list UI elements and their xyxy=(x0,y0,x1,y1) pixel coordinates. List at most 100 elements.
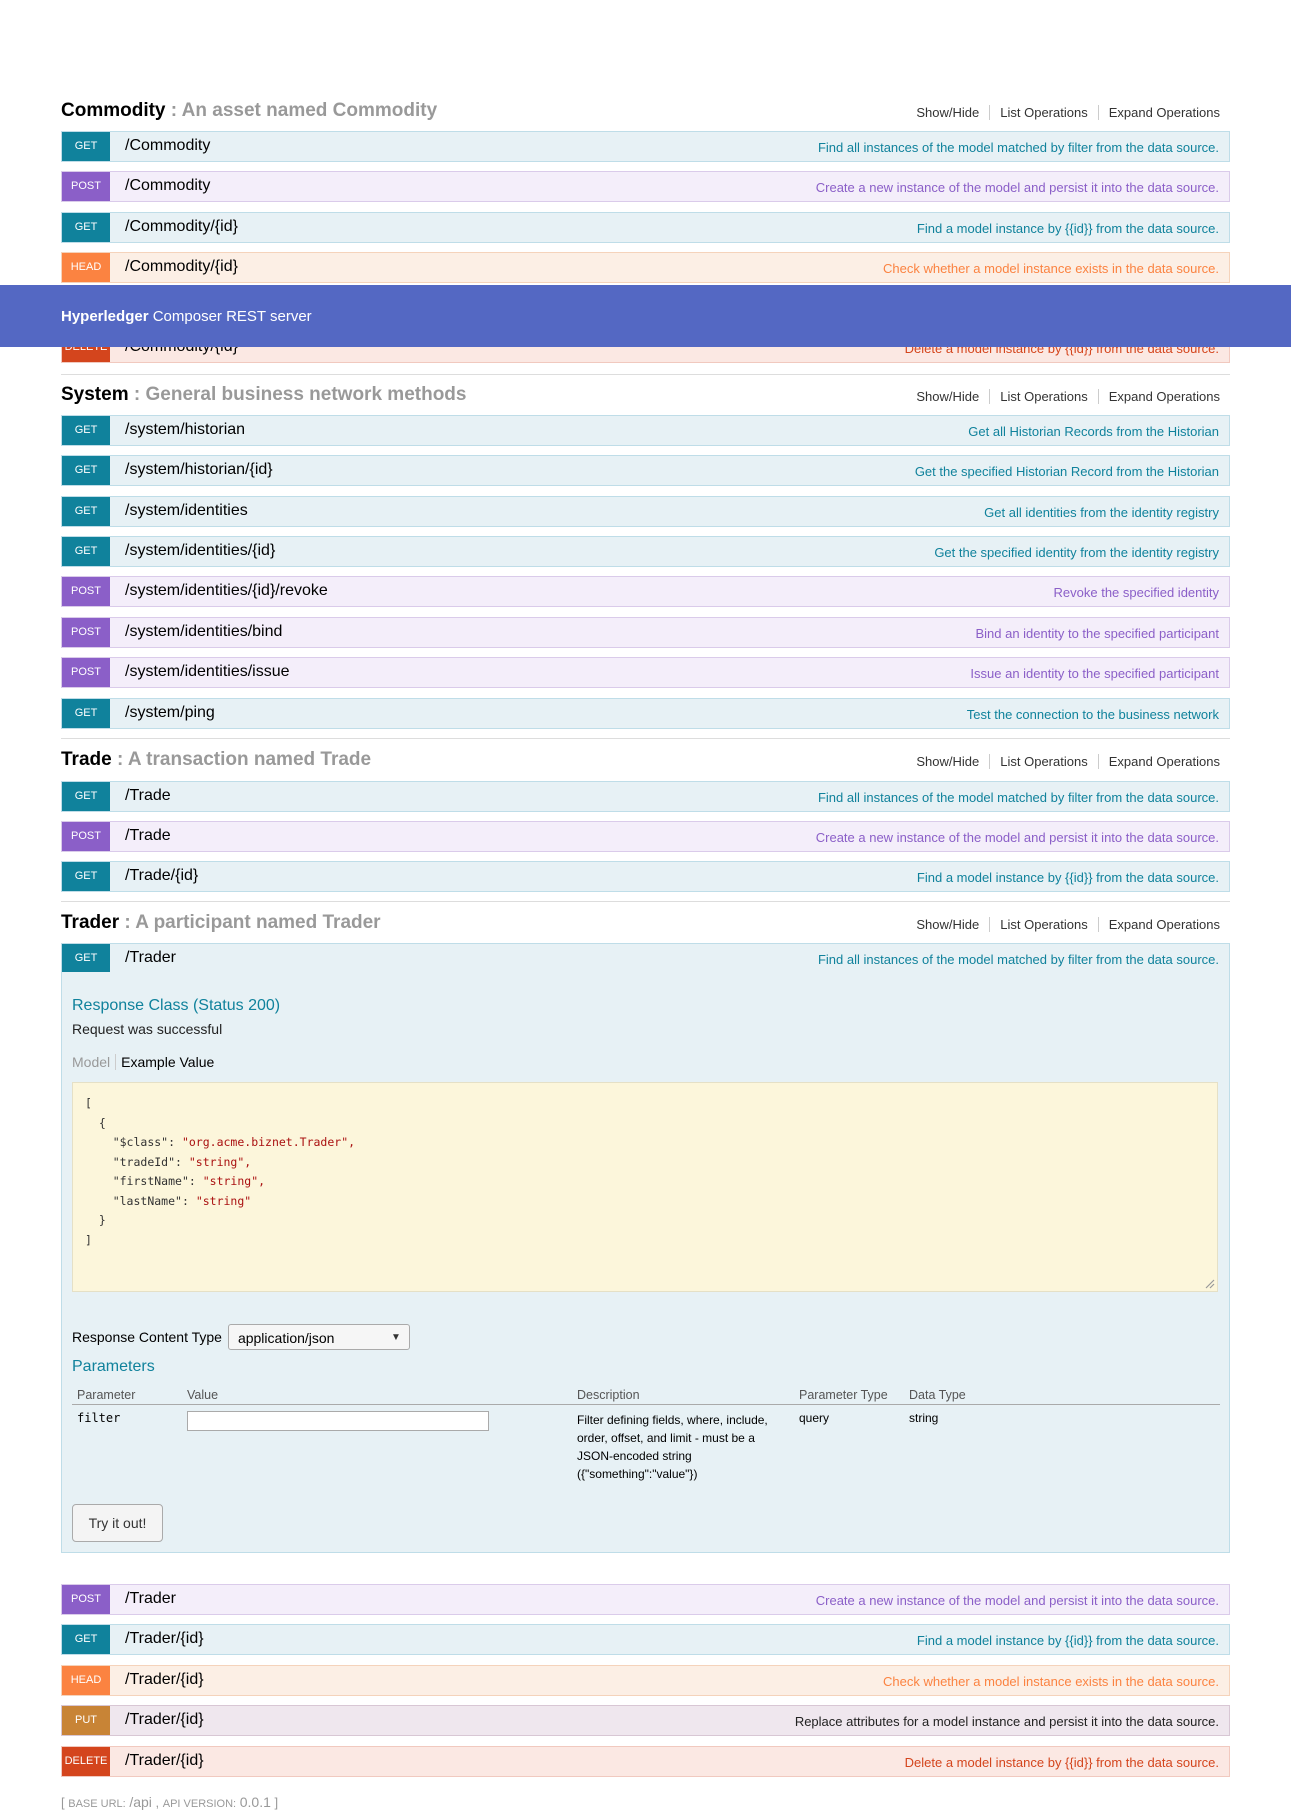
list-operations-link[interactable]: List Operations xyxy=(990,917,1099,932)
operation-post-system-identities-bind[interactable]: POST /system/identities/bind Bind an ide… xyxy=(61,617,1230,648)
resource-title-system[interactable]: System : General business network method… xyxy=(61,384,466,406)
list-operations-link[interactable]: List Operations xyxy=(990,105,1099,120)
operation-summary[interactable]: Create a new instance of the model and p… xyxy=(816,180,1219,195)
operation-summary[interactable]: Get the specified identity from the iden… xyxy=(934,545,1219,560)
operation-get-commodity[interactable]: GET /Commodity Find all instances of the… xyxy=(61,131,1230,162)
method-badge[interactable]: POST xyxy=(62,1585,110,1614)
operation-summary[interactable]: Replace attributes for a model instance … xyxy=(795,1714,1219,1729)
expand-operations-link[interactable]: Expand Operations xyxy=(1099,754,1220,769)
method-badge[interactable]: HEAD xyxy=(62,1666,110,1695)
operation-summary[interactable]: Get the specified Historian Record from … xyxy=(915,464,1219,479)
operation-path[interactable]: /Commodity xyxy=(125,177,210,195)
method-badge[interactable]: GET xyxy=(62,416,110,445)
method-badge[interactable]: GET xyxy=(62,213,110,242)
operation-post-system-identities-revoke[interactable]: POST /system/identities/{id}/revoke Revo… xyxy=(61,576,1230,607)
operation-summary[interactable]: Find a model instance by {{id}} from the… xyxy=(917,221,1219,236)
operation-get-system-identities-id[interactable]: GET /system/identities/{id} Get the spec… xyxy=(61,536,1230,567)
method-badge[interactable]: GET xyxy=(62,497,110,526)
operation-post-system-identities-issue[interactable]: POST /system/identities/issue Issue an i… xyxy=(61,657,1230,688)
method-badge[interactable]: POST xyxy=(62,822,110,851)
operation-path[interactable]: /Trader/{id} xyxy=(125,1630,204,1648)
method-badge[interactable]: GET xyxy=(62,782,110,811)
show-hide-link[interactable]: Show/Hide xyxy=(906,105,991,120)
operation-path[interactable]: /Commodity xyxy=(125,137,210,155)
operation-summary[interactable]: Revoke the specified identity xyxy=(1054,585,1219,600)
operation-summary[interactable]: Issue an identity to the specified parti… xyxy=(970,666,1219,681)
method-badge[interactable]: GET xyxy=(62,944,110,973)
operation-get-commodity-id[interactable]: GET /Commodity/{id} Find a model instanc… xyxy=(61,212,1230,243)
operation-get-trader[interactable]: GET /Trader Find all instances of the mo… xyxy=(61,943,1230,974)
method-badge[interactable]: PUT xyxy=(62,1706,110,1735)
operation-summary[interactable]: Create a new instance of the model and p… xyxy=(816,830,1219,845)
show-hide-link[interactable]: Show/Hide xyxy=(906,389,991,404)
expand-operations-link[interactable]: Expand Operations xyxy=(1099,917,1220,932)
operation-summary[interactable]: Delete a model instance by {{id}} from t… xyxy=(905,1755,1219,1770)
show-hide-link[interactable]: Show/Hide xyxy=(906,917,991,932)
method-badge[interactable]: POST xyxy=(62,172,110,201)
tab-model[interactable]: Model xyxy=(72,1054,117,1070)
operation-summary[interactable]: Find a model instance by {{id}} from the… xyxy=(917,1633,1219,1648)
operation-get-system-ping[interactable]: GET /system/ping Test the connection to … xyxy=(61,698,1230,729)
operation-path[interactable]: /system/identities/issue xyxy=(125,663,290,681)
operation-delete-trader-id[interactable]: DELETE /Trader/{id} Delete a model insta… xyxy=(61,1746,1230,1777)
method-badge[interactable]: HEAD xyxy=(62,253,110,282)
resource-title-trade[interactable]: Trade : A transaction named Trade xyxy=(61,749,371,771)
operation-summary[interactable]: Find all instances of the model matched … xyxy=(818,952,1219,967)
operation-path[interactable]: /system/identities/bind xyxy=(125,623,282,641)
expand-operations-link[interactable]: Expand Operations xyxy=(1099,389,1220,404)
expand-operations-link[interactable]: Expand Operations xyxy=(1099,105,1220,120)
operation-summary[interactable]: Find all instances of the model matched … xyxy=(818,790,1219,805)
list-operations-link[interactable]: List Operations xyxy=(990,754,1099,769)
header-title[interactable]: Hyperledger Composer REST server xyxy=(61,308,312,325)
try-it-out-button[interactable]: Try it out! xyxy=(72,1504,163,1542)
operation-path[interactable]: /Trader/{id} xyxy=(125,1671,204,1689)
operation-summary[interactable]: Bind an identity to the specified partic… xyxy=(975,626,1219,641)
method-badge[interactable]: GET xyxy=(62,862,110,891)
operation-head-commodity-id[interactable]: HEAD /Commodity/{id} Check whether a mod… xyxy=(61,252,1230,283)
operation-post-trader[interactable]: POST /Trader Create a new instance of th… xyxy=(61,1584,1230,1615)
operation-path[interactable]: /Commodity/{id} xyxy=(125,258,238,276)
operation-path[interactable]: /system/identities/{id} xyxy=(125,542,275,560)
operation-summary[interactable]: Check whether a model instance exists in… xyxy=(883,261,1219,276)
operation-path[interactable]: /system/historian xyxy=(125,421,245,439)
method-badge[interactable]: GET xyxy=(62,132,110,161)
resource-title-trader[interactable]: Trader : A participant named Trader xyxy=(61,912,381,934)
operation-get-system-historian[interactable]: GET /system/historian Get all Historian … xyxy=(61,415,1230,446)
operation-post-trade[interactable]: POST /Trade Create a new instance of the… xyxy=(61,821,1230,852)
resource-name[interactable]: Trader xyxy=(61,912,119,933)
header-brand[interactable]: Hyperledger xyxy=(61,308,149,325)
method-badge[interactable]: DELETE xyxy=(62,1747,110,1776)
method-badge[interactable]: GET xyxy=(62,1625,110,1654)
operation-path[interactable]: /Trade xyxy=(125,787,171,805)
operation-post-commodity[interactable]: POST /Commodity Create a new instance of… xyxy=(61,171,1230,202)
operation-path[interactable]: /system/historian/{id} xyxy=(125,461,273,479)
resize-handle-icon[interactable] xyxy=(1203,1277,1215,1289)
operation-summary[interactable]: Find a model instance by {{id}} from the… xyxy=(917,870,1219,885)
method-badge[interactable]: GET xyxy=(62,699,110,728)
list-operations-link[interactable]: List Operations xyxy=(990,389,1099,404)
operation-summary[interactable]: Create a new instance of the model and p… xyxy=(816,1593,1219,1608)
resource-name[interactable]: System xyxy=(61,384,129,405)
response-content-type-select[interactable]: application/json ▼ xyxy=(227,1324,410,1350)
operation-summary[interactable]: Get all Historian Records from the Histo… xyxy=(968,424,1219,439)
operation-path[interactable]: /Trader/{id} xyxy=(125,1711,204,1729)
method-badge[interactable]: POST xyxy=(62,577,110,606)
header-app-name[interactable]: Composer REST server xyxy=(153,308,312,325)
operation-summary[interactable]: Test the connection to the business netw… xyxy=(967,707,1219,722)
show-hide-link[interactable]: Show/Hide xyxy=(906,754,991,769)
resource-title-commodity[interactable]: Commodity : An asset named Commodity xyxy=(61,100,437,122)
method-badge[interactable]: GET xyxy=(62,456,110,485)
operation-path[interactable]: /system/identities/{id}/revoke xyxy=(125,582,328,600)
operation-path[interactable]: /system/identities xyxy=(125,502,248,520)
operation-get-trade-id[interactable]: GET /Trade/{id} Find a model instance by… xyxy=(61,861,1230,892)
resource-name[interactable]: Commodity xyxy=(61,100,166,121)
operation-get-system-historian-id[interactable]: GET /system/historian/{id} Get the speci… xyxy=(61,455,1230,486)
operation-path[interactable]: /Trade xyxy=(125,827,171,845)
operation-path[interactable]: /Trade/{id} xyxy=(125,867,198,885)
operation-get-system-identities[interactable]: GET /system/identities Get all identitie… xyxy=(61,496,1230,527)
method-badge[interactable]: POST xyxy=(62,618,110,647)
operation-path[interactable]: /Trader/{id} xyxy=(125,1752,204,1770)
method-badge[interactable]: POST xyxy=(62,658,110,687)
operation-summary[interactable]: Find all instances of the model matched … xyxy=(818,140,1219,155)
resource-name[interactable]: Trade xyxy=(61,749,112,770)
